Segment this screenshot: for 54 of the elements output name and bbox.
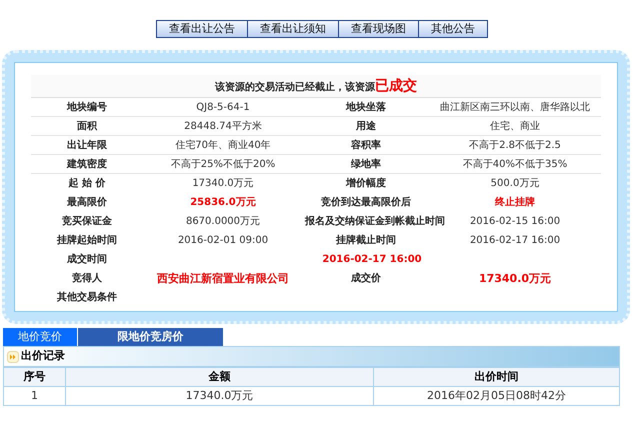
tab[interactable]: 地价竞价: [3, 328, 77, 346]
field-label: 面积: [77, 120, 97, 132]
field-label: 其他交易条件: [57, 292, 117, 302]
notice-button[interactable]: 查看出让公告: [157, 21, 248, 37]
field-label: 起 始 价: [68, 178, 106, 189]
field-label: 竞买保证金: [62, 216, 112, 226]
field-value: 西安曲江新宿置业有限公司: [157, 272, 289, 284]
field-value: 不高于2.8不低于2.5: [469, 140, 561, 150]
field-label: 挂牌起始时间: [57, 234, 117, 246]
field-value: 2016-02-17 16:00: [322, 254, 422, 264]
section-title: 出价记录: [21, 348, 65, 364]
field-label: 地块坐落: [346, 102, 386, 112]
field-value: 17340.0万元: [478, 272, 552, 284]
field-label: 竞得人: [72, 272, 102, 284]
field-label: 最高限价: [67, 196, 107, 208]
column-header: 出价时间: [474, 370, 518, 383]
field-label: 报名及交纳保证金到帐截止时间: [305, 216, 445, 226]
field-value: 500.0万元: [490, 178, 540, 189]
field-label: 建筑密度: [67, 158, 107, 170]
field-value: 终止挂牌: [495, 196, 535, 208]
field-label: 挂牌截止时间: [336, 234, 396, 246]
field-value: 28448.74平方米: [184, 120, 262, 132]
field-label: 用途: [356, 120, 376, 132]
field-label: 成交价: [351, 272, 381, 284]
field-value: 2016-02-15 16:00: [470, 216, 560, 226]
field-value: 不高于40%不低于35%: [462, 158, 568, 170]
field-value: 住宅、商业: [490, 120, 540, 132]
field-value: 2016-02-01 09:00: [178, 234, 268, 246]
field-value: 住宅70年、商业40年: [175, 140, 271, 150]
table-cell: 2016年02月05日08时42分: [427, 388, 566, 402]
tab[interactable]: 限地价竞房价: [78, 328, 223, 346]
notice-button[interactable]: 查看现场图: [339, 21, 419, 37]
field-value: 2016-02-17 16:00: [470, 234, 560, 246]
field-label: 出让年限: [67, 140, 107, 150]
notice-button[interactable]: 其他公告: [419, 21, 487, 37]
field-value: QJ8-5-64-1: [196, 102, 250, 112]
field-value: 17340.0万元: [192, 178, 254, 189]
field-label: 容积率: [351, 140, 381, 150]
field-value: 25836.0万元: [190, 196, 256, 208]
field-label: 增价幅度: [346, 178, 386, 189]
field-value: 不高于25%不低于20%: [170, 158, 276, 170]
field-value: 曲江新区南三环以南、唐华路以北: [440, 102, 590, 112]
notice-text: 该资源的交易活动已经截止，该资源: [215, 82, 375, 93]
field-value: 8670.0000万元: [186, 216, 260, 226]
field-label: 竞价到达最高限价后: [321, 196, 411, 208]
column-header: 序号: [24, 370, 46, 383]
column-header: 金额: [208, 370, 230, 383]
field-label: 绿地率: [351, 158, 381, 170]
table-cell: 17340.0万元: [186, 388, 254, 402]
field-label: 地块编号: [67, 102, 107, 112]
table-cell: 1: [31, 388, 38, 402]
status-text: 已成交: [375, 78, 417, 94]
field-label: 成交时间: [67, 254, 107, 264]
notice-button[interactable]: 查看出让须知: [248, 21, 339, 37]
